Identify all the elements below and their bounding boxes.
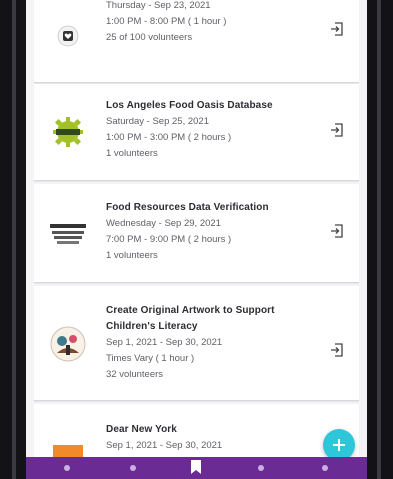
opportunity-date: Sep 1, 2021 - Sep 30, 2021 (106, 440, 223, 451)
opportunity-text: Dear New York Sep 1, 2021 - Sep 30, 2021 (106, 422, 319, 454)
opportunity-time: 7:00 PM - 9:00 PM ( 2 hours ) (106, 234, 232, 245)
checkin-icon[interactable] (327, 221, 347, 241)
opportunity-text: Food Resources Data Verification Wednesd… (106, 200, 319, 264)
nav-home-icon[interactable] (60, 461, 74, 475)
opportunity-text: Thursday - Sep 23, 2021 1:00 PM - 8:00 P… (106, 0, 319, 46)
opportunity-text: Los Angeles Food Oasis Database Saturday… (106, 98, 319, 162)
opportunity-time: Times Vary ( 1 hour ) (106, 353, 195, 364)
app-screen: Thursday - Sep 23, 2021 1:00 PM - 8:00 P… (26, 0, 367, 479)
bezel-edge-left (12, 0, 16, 479)
opportunity-date: Saturday - Sep 25, 2021 (106, 116, 209, 127)
opportunity-title: Food Resources Data Verification (106, 202, 269, 213)
opportunity-title: Dear New York (106, 424, 177, 435)
nav-messages-icon[interactable] (254, 461, 268, 475)
opportunity-volunteers: 32 volunteers (106, 369, 164, 380)
opportunity-date: Thursday - Sep 23, 2021 (106, 0, 211, 11)
nav-search-icon[interactable] (126, 461, 140, 475)
opportunity-volunteers: 25 of 100 volunteers (106, 32, 193, 43)
text-logo-icon (48, 214, 88, 254)
opportunity-time: 1:00 PM - 3:00 PM ( 2 hours ) (106, 132, 232, 143)
illustration-badge-icon (48, 324, 88, 364)
opportunity-date: Sep 1, 2021 - Sep 30, 2021 (106, 337, 223, 348)
plus-icon (333, 439, 345, 451)
opportunity-time: 1:00 PM - 8:00 PM ( 1 hour ) (106, 16, 227, 27)
opportunity-card[interactable]: Thursday - Sep 23, 2021 1:00 PM - 8:00 P… (34, 0, 359, 83)
heart-badge-icon (48, 16, 88, 56)
bottom-nav-bar (26, 457, 367, 479)
opportunity-volunteers: 1 volunteers (106, 250, 158, 261)
opportunity-card[interactable]: Food Resources Data Verification Wednesd… (34, 184, 359, 283)
opportunity-text: Create Original Artwork to Support Child… (106, 303, 319, 383)
opportunity-title: Create Original Artwork to Support Child… (106, 305, 275, 332)
checkin-icon[interactable] (327, 120, 347, 140)
gear-badge-icon (48, 112, 88, 152)
checkin-icon[interactable] (327, 340, 347, 360)
bezel-edge-right (377, 0, 381, 479)
opportunity-title: Los Angeles Food Oasis Database (106, 100, 273, 111)
opportunity-date: Wednesday - Sep 29, 2021 (106, 218, 221, 229)
nav-profile-icon[interactable] (318, 461, 332, 475)
opportunity-card[interactable]: Create Original Artwork to Support Child… (34, 286, 359, 401)
checkin-icon[interactable] (327, 19, 347, 39)
opportunity-volunteers: 1 volunteers (106, 148, 158, 159)
bookmark-icon[interactable] (189, 459, 203, 474)
opportunity-card[interactable]: Los Angeles Food Oasis Database Saturday… (34, 84, 359, 181)
phone-bezel: Thursday - Sep 23, 2021 1:00 PM - 8:00 P… (0, 0, 393, 479)
